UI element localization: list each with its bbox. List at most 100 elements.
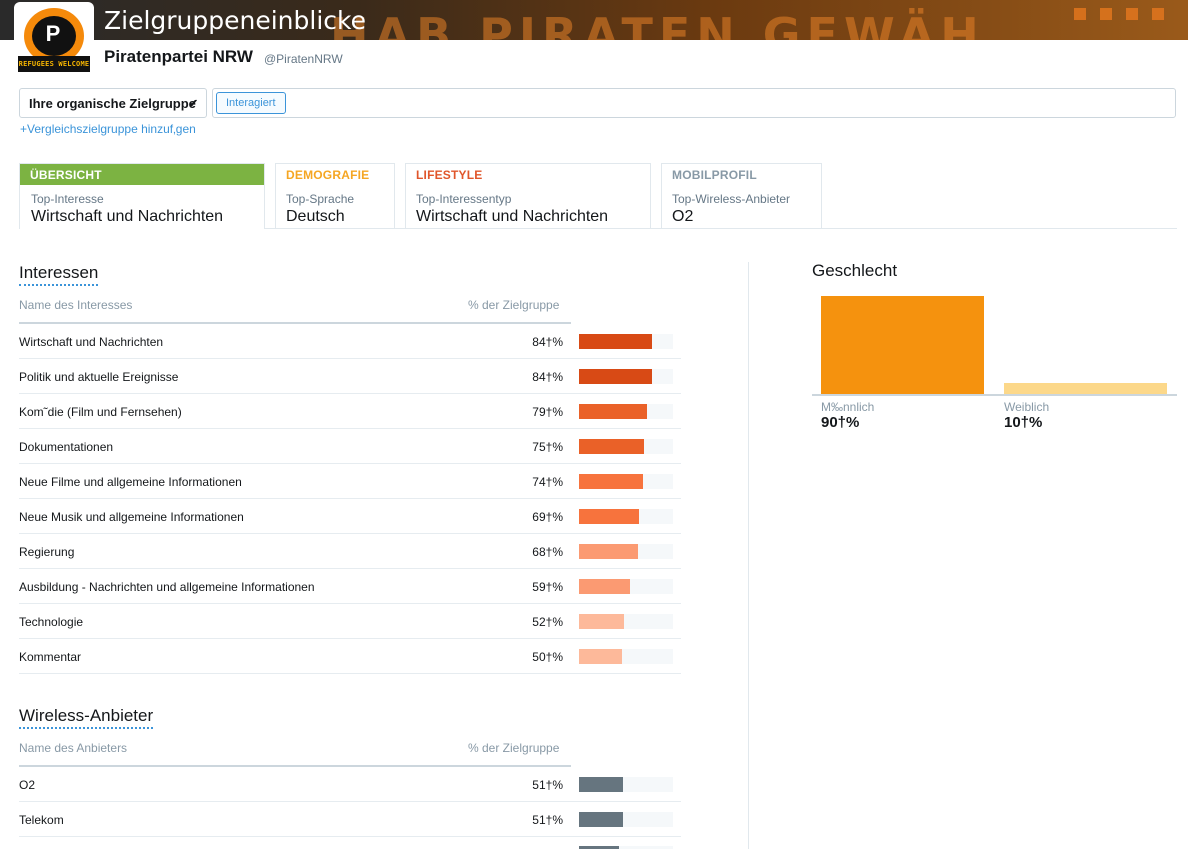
interest-row-name: Ausbildung - Nachrichten und allgemeine … <box>19 580 315 594</box>
wireless-row: Telekom 51†% <box>19 802 681 837</box>
interest-row-name: Neue Musik und allgemeine Informationen <box>19 510 244 524</box>
interest-row-percent: 52†% <box>532 615 563 629</box>
interest-bar <box>579 334 652 349</box>
interest-row-name: Kommentar <box>19 650 82 664</box>
tab-demography-value: Deutsch <box>286 208 345 225</box>
gender-value-0: 90†% <box>821 414 860 431</box>
interest-bar <box>579 369 652 384</box>
interest-bar <box>579 614 624 629</box>
interest-bar-track <box>579 544 673 559</box>
gender-chart: M‰nnlich 90†% Weiblich 10†% <box>812 290 1177 440</box>
interests-title: Interessen <box>19 263 99 286</box>
gender-bar-0 <box>821 296 984 394</box>
filter-chip-engaged[interactable]: Interagiert <box>216 92 286 114</box>
header-banner: HAB PIRATEN GEWÄH Zielgruppeneinblicke <box>0 0 1188 40</box>
tab-mobile-sub: Top-Wireless-Anbieter <box>672 192 791 206</box>
interest-row: Politik und aktuelle Ereignisse 84†% <box>19 359 681 394</box>
wireless-col-name: Name des Anbieters <box>19 741 128 755</box>
interest-row-percent: 68†% <box>532 545 563 559</box>
interest-bar-track <box>579 404 673 419</box>
interests-col-pct: % der Zielgruppe <box>468 298 560 312</box>
interest-bar <box>579 649 622 664</box>
interest-row-name: Politik und aktuelle Ereignisse <box>19 370 179 384</box>
interest-row-percent: 84†% <box>532 370 563 384</box>
wireless-bar <box>579 777 623 792</box>
tab-lifestyle[interactable]: LIFESTYLE Top-Interessentyp Wirtschaft u… <box>405 163 651 229</box>
interest-row-name: Kom˜die (Film und Fernsehen) <box>19 405 182 419</box>
interest-row: Neue Musik und allgemeine Informationen 6… <box>19 499 681 534</box>
interest-bar <box>579 404 647 419</box>
interest-bar-track <box>579 509 673 524</box>
interest-bar-track <box>579 474 673 489</box>
tabs-divider <box>265 228 1177 229</box>
gender-label-0: M‰nnlich <box>821 400 875 414</box>
interest-row: Ausbildung - Nachrichten und allgemeine … <box>19 569 681 604</box>
interest-bar <box>579 544 638 559</box>
tab-lifestyle-value: Wirtschaft und Nachrichten <box>416 208 609 225</box>
wireless-row-percent: 51†% <box>532 778 563 792</box>
interest-bar <box>579 474 643 489</box>
tab-overview[interactable]: ÜBERSICHT Top-Interesse Wirtschaft und N… <box>19 163 265 229</box>
interest-row: Neue Filme und allgemeine Informationen 7… <box>19 464 681 499</box>
banner-background-text: HAB PIRATEN GEWÄH <box>330 8 985 40</box>
account-name: Piratenpartei NRW <box>104 47 253 66</box>
tab-mobile[interactable]: MOBILPROFIL Top-Wireless-Anbieter O2 <box>661 163 822 229</box>
interest-row: Kom˜die (Film und Fernsehen) 79†% <box>19 394 681 429</box>
interest-bar-track <box>579 649 673 664</box>
avatar[interactable]: P REFUGEES WELCOME <box>14 2 94 78</box>
wireless-row-percent: 51†% <box>532 813 563 827</box>
audience-select-value: Ihre organische Zielgruppe <box>29 96 196 111</box>
add-comparison-link[interactable]: +Vergleichszielgruppe hinzuf‚gen <box>20 122 196 136</box>
interest-row-percent: 59†% <box>532 580 563 594</box>
interest-bar <box>579 509 639 524</box>
tab-demography[interactable]: DEMOGRAFIE Top-Sprache Deutsch <box>275 163 395 229</box>
interest-row: Wirtschaft und Nachrichten 84†% <box>19 324 681 359</box>
filter-field[interactable]: Interagiert <box>212 88 1176 118</box>
interest-row: Regierung 68†% <box>19 534 681 569</box>
gender-bar-1 <box>1004 383 1167 394</box>
interest-row: Dokumentationen 75†% <box>19 429 681 464</box>
wireless-bar-track <box>579 777 673 792</box>
interest-bar-track <box>579 334 673 349</box>
wireless-col-pct: % der Zielgruppe <box>468 741 560 755</box>
interest-row-percent: 84†% <box>532 335 563 349</box>
audience-select[interactable]: Ihre organische Zielgruppe ✔ <box>19 88 207 118</box>
interest-row-percent: 50†% <box>532 650 563 664</box>
tab-demography-sub: Top-Sprache <box>286 192 355 206</box>
tab-overview-sub: Top-Interesse <box>31 192 104 206</box>
wireless-row: O2 51†% <box>19 767 681 802</box>
interest-bar-track <box>579 439 673 454</box>
interest-bar-track <box>579 579 673 594</box>
interest-row-name: Dokumentationen <box>19 440 114 454</box>
tab-overview-head: ÜBERSICHT <box>20 164 264 185</box>
tab-mobile-head: MOBILPROFIL <box>672 168 757 182</box>
wireless-bar-track <box>579 812 673 827</box>
gender-label-1: Weiblich <box>1004 400 1050 414</box>
tab-lifestyle-head: LIFESTYLE <box>416 168 483 182</box>
interest-row-percent: 74†% <box>532 475 563 489</box>
interest-row-percent: 69†% <box>532 510 563 524</box>
interests-col-name: Name des Interesses <box>19 298 133 312</box>
interest-row: Technologie 52†% <box>19 604 681 639</box>
wireless-row-name: O2 <box>19 778 36 792</box>
tab-lifestyle-sub: Top-Interessentyp <box>416 192 512 206</box>
account-handle: @PiratenNRW <box>264 52 343 66</box>
interest-bar <box>579 439 644 454</box>
interest-row: Kommentar 50†% <box>19 639 681 674</box>
interest-bar-track <box>579 614 673 629</box>
interest-row-name: Technologie <box>19 615 84 629</box>
interest-row-percent: 79†% <box>532 405 563 419</box>
interest-row-name: Regierung <box>19 545 75 559</box>
wireless-title: Wireless-Anbieter <box>19 706 154 729</box>
interest-row-name: Wirtschaft und Nachrichten <box>19 335 164 349</box>
column-divider <box>748 262 749 849</box>
interest-bar <box>579 579 630 594</box>
chevron-down-icon: ✔ <box>188 98 198 110</box>
interest-bar-track <box>579 369 673 384</box>
interest-row-percent: 75†% <box>532 440 563 454</box>
gender-chart-axis <box>812 394 1177 396</box>
tab-demography-head: DEMOGRAFIE <box>286 168 370 182</box>
wireless-bar <box>579 812 623 827</box>
gender-value-1: 10†% <box>1004 414 1043 431</box>
avatar-ribbon-text: REFUGEES WELCOME <box>18 56 90 72</box>
